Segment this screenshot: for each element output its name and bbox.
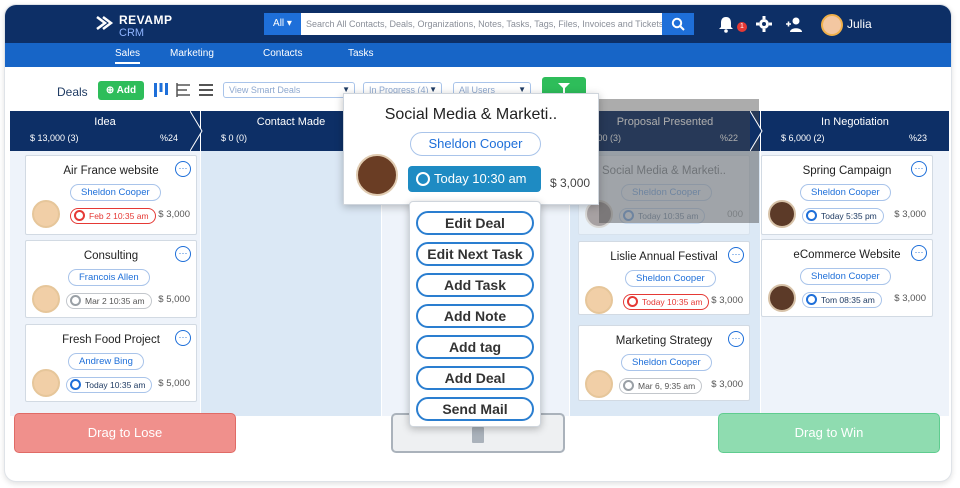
- popup-deal-title: Social Media & Marketi..: [384, 106, 558, 123]
- logo-icon: [96, 16, 114, 30]
- next-task-time[interactable]: Today 5:35 pm: [802, 208, 884, 224]
- stage-idea: Idea $ 13,000 (3) %24: [10, 111, 203, 151]
- popup-amount: $ 3,000: [550, 176, 591, 190]
- smart-deals-select[interactable]: View Smart Deals ▼: [223, 82, 355, 98]
- user-avatar[interactable]: [821, 14, 843, 36]
- clock-icon: [806, 294, 817, 305]
- avatar: [768, 284, 796, 312]
- tab-sales[interactable]: Sales: [115, 48, 141, 64]
- stage-divider: [750, 111, 763, 151]
- deal-context-menu: Edit Deal Edit Next Task Add Task Add No…: [409, 201, 541, 427]
- next-task-time[interactable]: Mar 6, 9:35 am: [619, 378, 703, 394]
- menu-item-edit-deal[interactable]: Edit Deal: [416, 211, 534, 235]
- stage-in-negotiation: In Negotiation $ 6,000 (2) %23: [761, 111, 949, 151]
- more-options-icon[interactable]: ···: [911, 245, 927, 261]
- add-user-icon[interactable]: [785, 15, 803, 33]
- next-task-time[interactable]: Today 10:35 am: [623, 294, 710, 310]
- tab-contacts[interactable]: Contacts: [263, 48, 302, 59]
- list-view-icon[interactable]: [198, 82, 214, 98]
- search-input[interactable]: [301, 13, 662, 35]
- global-search: All ▾: [264, 13, 694, 35]
- search-icon: [671, 17, 685, 31]
- deal-card[interactable]: Lislie Annual Festival ··· Sheldon Coope…: [578, 241, 750, 315]
- clock-icon: [806, 210, 817, 221]
- more-options-icon[interactable]: ···: [911, 161, 927, 177]
- deal-card[interactable]: Consulting ··· Francois Allen Mar 2 10:3…: [25, 240, 197, 318]
- menu-item-send-mail[interactable]: Send Mail: [416, 397, 534, 421]
- plus-icon: ⊕: [105, 85, 115, 96]
- deal-card[interactable]: eCommerce Website ··· Sheldon Cooper Tom…: [761, 239, 933, 317]
- clock-icon: [416, 172, 430, 186]
- clock-icon: [623, 380, 634, 391]
- timeline-view-icon[interactable]: [175, 82, 191, 98]
- menu-item-add-task[interactable]: Add Task: [416, 273, 534, 297]
- gear-icon[interactable]: [755, 15, 773, 33]
- menu-item-add-deal[interactable]: Add Deal: [416, 366, 534, 390]
- deal-card[interactable]: Marketing Strategy ··· Sheldon Cooper Ma…: [578, 325, 750, 401]
- app-window: REVAMP CRM All ▾ 1: [4, 4, 952, 482]
- user-name[interactable]: Julia: [847, 17, 872, 31]
- avatar: [585, 370, 613, 398]
- avatar: [768, 200, 796, 228]
- more-options-icon[interactable]: ···: [175, 246, 191, 262]
- menu-item-add-tag[interactable]: Add tag: [416, 335, 534, 359]
- avatar: [32, 369, 60, 397]
- search-button[interactable]: [662, 13, 694, 35]
- deals-label: Deals: [57, 85, 88, 99]
- sub-navigation: Sales Marketing Contacts Tasks: [5, 43, 951, 67]
- menu-item-add-note[interactable]: Add Note: [416, 304, 534, 328]
- tab-tasks[interactable]: Tasks: [348, 48, 374, 59]
- avatar: [32, 285, 60, 313]
- more-options-icon[interactable]: ···: [175, 161, 191, 177]
- drag-to-lose-zone[interactable]: Drag to Lose: [14, 413, 236, 453]
- kanban-view-icon[interactable]: [153, 82, 169, 98]
- avatar: [585, 286, 613, 314]
- next-task-time[interactable]: Tom 08:35 am: [802, 292, 882, 308]
- tab-marketing[interactable]: Marketing: [170, 48, 214, 59]
- clock-icon: [70, 295, 81, 306]
- clock-icon: [74, 210, 85, 221]
- next-task-time[interactable]: Mar 2 10:35 am: [66, 293, 152, 309]
- bell-icon[interactable]: [717, 15, 735, 33]
- next-task-time[interactable]: Feb 2 10:35 am: [70, 208, 156, 224]
- add-deal-button[interactable]: ⊕ Add: [98, 81, 144, 100]
- top-bar: REVAMP CRM All ▾ 1: [5, 5, 951, 43]
- popup-owner[interactable]: Sheldon Cooper: [410, 132, 541, 156]
- stage-divider: [190, 111, 203, 151]
- dragged-deal-card[interactable]: Social Media & Marketi.. Sheldon Cooper …: [343, 93, 599, 205]
- popup-next-task-time[interactable]: Today 10:30 am: [408, 166, 541, 192]
- notification-badge: 1: [737, 22, 747, 32]
- deal-card[interactable]: Fresh Food Project ··· Andrew Bing Today…: [25, 324, 197, 402]
- clock-icon: [70, 379, 81, 390]
- deal-card[interactable]: Spring Campaign ··· Sheldon Cooper Today…: [761, 155, 933, 235]
- drag-to-win-zone[interactable]: Drag to Win: [718, 413, 940, 453]
- menu-item-edit-next-task[interactable]: Edit Next Task: [416, 242, 534, 266]
- deal-card[interactable]: Air France website ··· Sheldon Cooper Fe…: [25, 155, 197, 235]
- brand-name: REVAMP: [119, 13, 173, 27]
- clock-icon: [627, 296, 638, 307]
- more-options-icon[interactable]: ···: [728, 247, 744, 263]
- avatar: [356, 154, 398, 196]
- more-options-icon[interactable]: ···: [175, 330, 191, 346]
- drag-shadow: [599, 99, 759, 223]
- avatar: [32, 200, 60, 228]
- search-scope-select[interactable]: All ▾: [264, 13, 301, 35]
- next-task-time[interactable]: Today 10:35 am: [66, 377, 153, 393]
- brand-sub: CRM: [119, 27, 145, 39]
- more-options-icon[interactable]: ···: [728, 331, 744, 347]
